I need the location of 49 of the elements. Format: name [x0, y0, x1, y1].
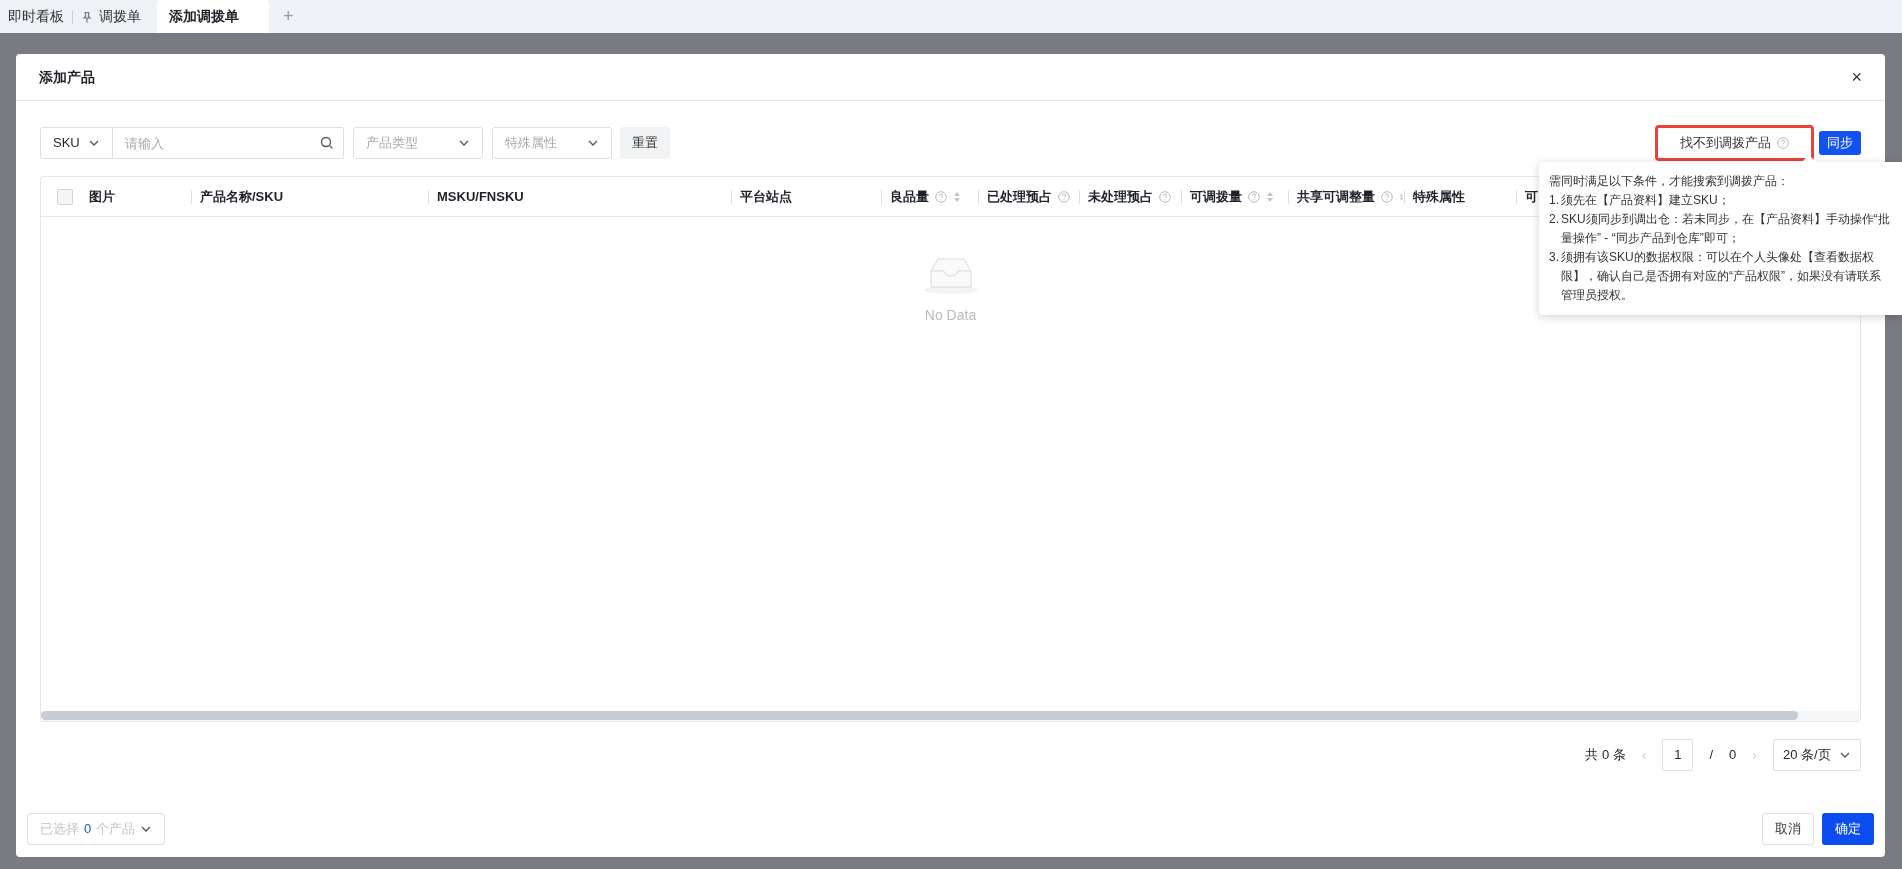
list-number: 1. [1549, 192, 1560, 209]
column-header: 已处理预占 [987, 187, 1052, 206]
tooltip-text: 须先在【产品资料】建立SKU； [1561, 192, 1730, 209]
selected-summary-dropdown[interactable]: 已选择 0 个产品 [27, 813, 166, 845]
column-header: 共享可调整量 [1297, 187, 1375, 206]
sort-icon [953, 190, 961, 203]
help-icon [935, 190, 947, 203]
column-header: 特殊属性 [1413, 187, 1465, 206]
column-header: 可调拨量 [1190, 187, 1242, 206]
tooltip-text: SKU须同步到调出仓：若未同步，在【产品资料】手动操作“批量操作” - “同步产品到仓库”即可； [1561, 211, 1891, 247]
help-icon [1248, 190, 1260, 203]
total-count: 共 0 条 [1585, 746, 1626, 765]
column-header: 未处理预占 [1088, 187, 1153, 206]
page-count: 0 [1729, 746, 1737, 765]
help-icon [1777, 137, 1789, 149]
pin-icon [81, 10, 93, 23]
column-header: MSKU/FNSKU [437, 187, 524, 206]
tooltip-text: 须拥有该SKU的数据权限：可以在个人头像处【查看数据权限】，确认自己是否拥有对应的“产品权限”，如果没有请联系管理员授权。 [1561, 249, 1882, 304]
column-header: 平台站点 [740, 187, 792, 206]
sort-icon [1266, 190, 1274, 203]
page-size-select[interactable]: 20 条/页 [1773, 739, 1861, 771]
tab[interactable]: 即时看板 [0, 0, 72, 33]
help-icon [1058, 190, 1070, 203]
sync-button[interactable]: 同步 [1819, 131, 1861, 155]
reset-button[interactable]: 重置 [620, 127, 670, 159]
empty-text: No Data [924, 306, 977, 325]
help-link[interactable]: 找不到调拨产品 [1655, 125, 1814, 161]
search-type-select[interactable]: SKU [40, 127, 113, 159]
tab[interactable]: 调拨单 [73, 0, 149, 33]
search-field[interactable]: 请输入 [113, 127, 344, 159]
close-button[interactable]: × [1851, 68, 1862, 86]
column-header: 可 [1525, 187, 1538, 206]
dialog-title: 添加产品 [39, 67, 95, 87]
cancel-button[interactable]: 取消 [1762, 813, 1814, 845]
tooltip-text: 需同时满足以下条件，才能搜索到调拨产品： [1549, 173, 1790, 190]
list-number: 3. [1549, 249, 1560, 266]
column-header: 产品名称/SKU [200, 187, 284, 206]
scrollbar[interactable] [41, 711, 1860, 721]
checkbox[interactable] [57, 188, 73, 205]
column-header: 良品量 [890, 187, 929, 206]
tab[interactable]: 添加调拨单 [157, 0, 269, 33]
list-number: 2. [1549, 211, 1560, 228]
page-input[interactable]: 1 [1662, 739, 1694, 771]
column-header: 图片 [89, 187, 115, 206]
help-icon [1381, 190, 1393, 203]
page-separator: / [1709, 746, 1714, 765]
confirm-button[interactable]: 确定 [1822, 813, 1874, 845]
help-icon [1159, 190, 1171, 203]
search-icon [320, 136, 334, 150]
